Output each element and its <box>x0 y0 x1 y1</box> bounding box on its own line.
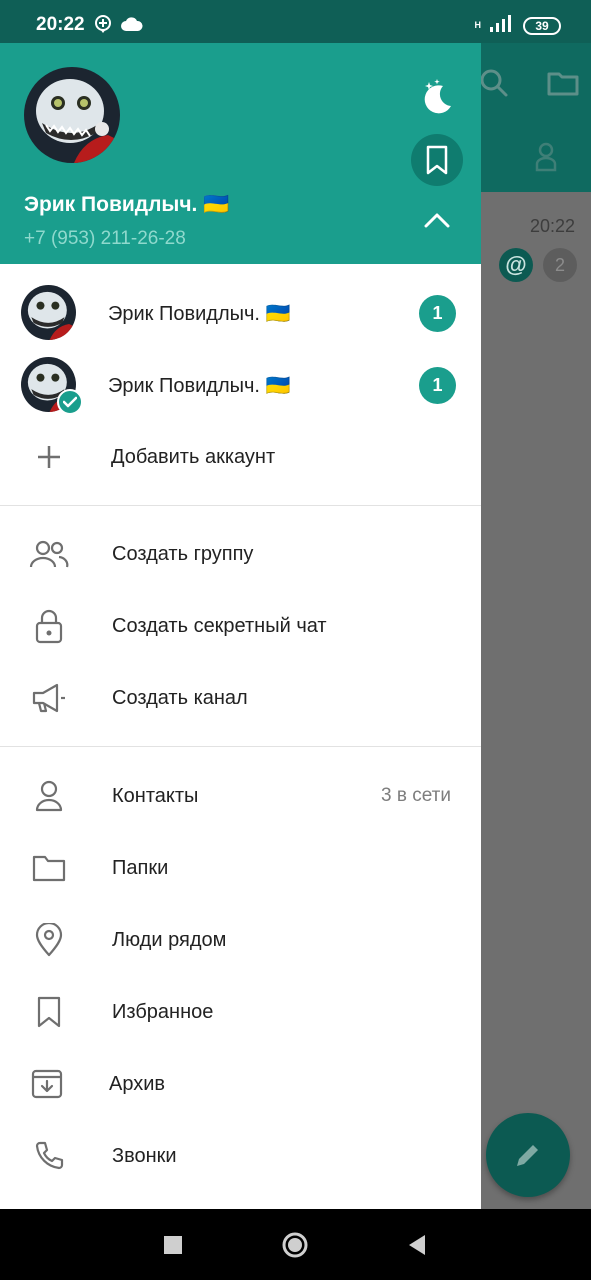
location-pin-icon <box>28 919 70 961</box>
menu-item-label: Избранное <box>112 1000 214 1023</box>
account-avatar <box>21 285 76 340</box>
menu-item-label: Создать канал <box>112 686 248 709</box>
profile-name: Эрик Повидлыч. 🇺🇦 <box>24 193 230 216</box>
menu-item-folders[interactable]: Папки <box>0 832 481 904</box>
menu-item-new-group[interactable]: Создать группу <box>0 518 481 590</box>
folder-icon <box>28 847 70 889</box>
account-name: Эрик Повидлыч. 🇺🇦 <box>108 302 291 325</box>
battery-level: 39 <box>535 18 549 33</box>
back-button[interactable] <box>399 1227 435 1263</box>
menu-item-label: Создать группу <box>112 542 254 565</box>
divider <box>0 505 481 506</box>
account-row[interactable]: Эрик Повидлыч. 🇺🇦 1 <box>0 277 481 349</box>
bookmark-icon <box>426 145 448 175</box>
night-mode-button[interactable] <box>412 71 462 121</box>
mention-badge: @ <box>499 248 533 282</box>
status-notification-icons <box>93 14 143 39</box>
menu-item-calls[interactable]: Звонки <box>0 1120 481 1192</box>
network-type: H <box>474 20 482 30</box>
lock-icon <box>28 605 70 647</box>
menu-item-new-secret-chat[interactable]: Создать секретный чат <box>0 590 481 662</box>
megaphone-icon <box>28 677 70 719</box>
signal-icon <box>489 14 515 37</box>
chevron-up-icon <box>424 213 450 228</box>
square-icon <box>164 1236 182 1254</box>
collapse-accounts-button[interactable] <box>420 203 454 237</box>
menu-item-label: Создать секретный чат <box>112 614 327 637</box>
status-system-icons: H 39 <box>474 14 561 37</box>
compose-button[interactable] <box>486 1113 570 1197</box>
system-navigation-bar <box>0 1209 591 1280</box>
folder-icon[interactable] <box>544 65 582 101</box>
navigation-drawer: Эрик Повидлыч. 🇺🇦 +7 (953) 211-26-28 Эри… <box>0 43 481 1209</box>
unread-count-badge: 2 <box>543 248 577 282</box>
archive-icon <box>26 1063 68 1105</box>
menu-item-new-channel[interactable]: Создать канал <box>0 662 481 734</box>
recents-button[interactable] <box>155 1227 191 1263</box>
menu-item-saved[interactable]: Избранное <box>0 976 481 1048</box>
menu-item-label: Папки <box>112 856 169 879</box>
profile-phone: +7 (953) 211-26-28 <box>24 228 186 249</box>
menu-item-people-nearby[interactable]: Люди рядом <box>0 904 481 976</box>
pencil-icon <box>517 1145 538 1166</box>
chat-time: 20:22 <box>529 216 575 236</box>
circle-icon <box>282 1232 308 1258</box>
battery-icon: 39 <box>523 16 561 35</box>
saved-messages-button[interactable] <box>411 134 463 186</box>
menu-item-label: Контакты <box>112 784 199 807</box>
contacts-tab-icon[interactable] <box>530 140 562 174</box>
check-icon <box>57 389 83 415</box>
home-button[interactable] <box>277 1227 313 1263</box>
person-icon <box>28 775 70 817</box>
account-name: Эрик Повидлыч. 🇺🇦 <box>108 374 291 397</box>
account-unread-badge: 1 <box>419 294 456 332</box>
drawer-header: Эрик Повидлыч. 🇺🇦 +7 (953) 211-26-28 <box>0 43 481 264</box>
menu-item-archive[interactable]: Архив <box>0 1048 481 1120</box>
menu-item-label: Люди рядом <box>112 928 227 951</box>
status-time: 20:22 <box>36 14 85 35</box>
search-icon[interactable] <box>476 65 512 101</box>
plus-icon <box>28 436 70 478</box>
location-plus-icon <box>93 14 113 39</box>
add-account-button[interactable]: Добавить аккаунт <box>0 421 481 493</box>
triangle-back-icon <box>409 1235 425 1255</box>
phone-icon <box>28 1135 70 1177</box>
bookmark-icon <box>28 991 70 1033</box>
group-icon <box>28 533 70 575</box>
add-account-label: Добавить аккаунт <box>111 445 276 468</box>
account-unread-badge: 1 <box>419 366 456 404</box>
contacts-online-count: 3 в сети <box>381 785 451 806</box>
moon-icon <box>424 79 451 114</box>
menu-item-label: Звонки <box>112 1144 177 1167</box>
cloud-icon <box>121 16 143 37</box>
profile-avatar[interactable] <box>24 67 120 163</box>
menu-item-contacts[interactable]: Контакты 3 в сети <box>0 760 481 832</box>
divider <box>0 746 481 747</box>
menu-item-label: Архив <box>109 1072 166 1095</box>
